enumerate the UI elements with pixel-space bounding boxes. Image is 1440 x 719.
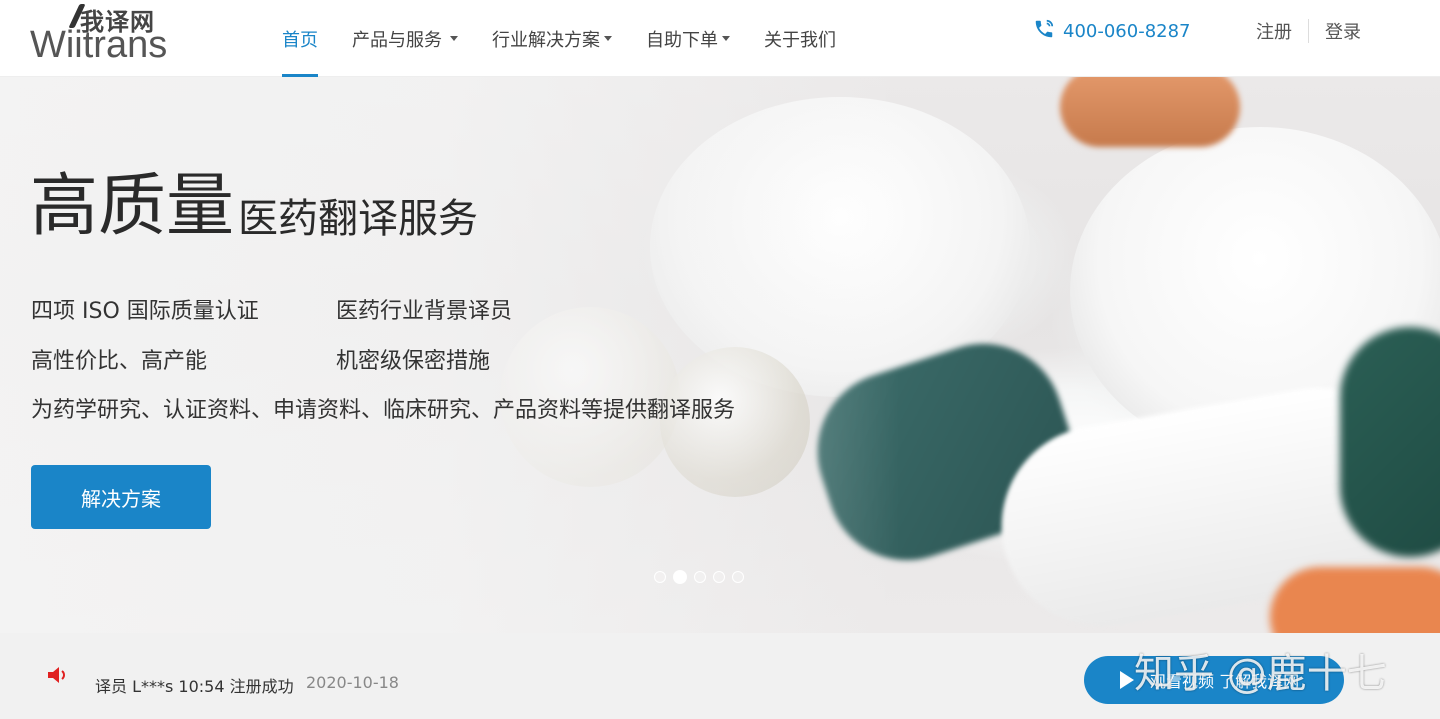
login-link[interactable]: 登录 <box>1325 18 1361 44</box>
nav-home-label: 首页 <box>282 29 318 51</box>
carousel-dot[interactable] <box>732 571 744 583</box>
phone-number: 400-060-8287 <box>1063 21 1191 42</box>
nav-solutions[interactable]: 行业解决方案 <box>492 0 612 77</box>
nav-self-order[interactable]: 自助下单 <box>646 0 730 77</box>
caret-down-icon <box>450 36 458 41</box>
logo-en: Wiitrans <box>30 24 168 66</box>
feature-item: 医药行业背景译员 <box>336 299 513 324</box>
watermark: 知乎 @鹿十七 <box>1134 651 1387 697</box>
hero-title-small: 医药翻译服务 <box>238 196 479 242</box>
phone-icon <box>1033 18 1055 45</box>
nav-products-label: 产品与服务 <box>352 29 442 51</box>
nav-about-label: 关于我们 <box>764 29 836 51</box>
carousel-indicators <box>654 570 751 584</box>
phone-link[interactable]: 400-060-8287 <box>1033 18 1191 45</box>
feature-item: 为药学研究、认证资料、申请资料、临床研究、产品资料等提供翻译服务 <box>31 398 736 423</box>
register-link[interactable]: 注册 <box>1256 18 1292 44</box>
nav-products[interactable]: 产品与服务 <box>352 0 458 77</box>
speaker-icon <box>46 665 70 685</box>
nav-about[interactable]: 关于我们 <box>764 0 836 77</box>
hero-banner: 高质量 医药翻译服务 四项 ISO 国际质量认证 医药行业背景译员 高性价比、高… <box>0 77 1440 633</box>
notice-bar: 译员 L***s 10:54 注册成功 2020-10-18 观看视频 了解我译… <box>0 633 1440 719</box>
feature-item: 四项 ISO 国际质量认证 <box>31 299 259 324</box>
feature-item: 机密级保密措施 <box>336 349 491 374</box>
hero-title-big: 高质量 <box>30 167 235 246</box>
caret-down-icon <box>604 36 612 41</box>
capsule-image <box>1340 327 1440 557</box>
nav-solutions-label: 行业解决方案 <box>492 29 600 51</box>
pill-image <box>1060 77 1240 147</box>
play-icon <box>1120 671 1134 689</box>
nav-self-order-label: 自助下单 <box>646 29 718 51</box>
feature-item: 高性价比、高产能 <box>31 349 208 374</box>
hero-title: 高质量 医药翻译服务 <box>30 167 478 247</box>
carousel-dot[interactable] <box>654 571 666 583</box>
carousel-dot-active[interactable] <box>673 570 687 584</box>
notice-text: 译员 L***s 10:54 注册成功 <box>95 677 294 696</box>
carousel-dot[interactable] <box>713 571 725 583</box>
pill-image <box>1270 567 1440 633</box>
caret-down-icon <box>722 36 730 41</box>
main-nav: 首页 产品与服务 行业解决方案 自助下单 关于我们 <box>282 0 870 77</box>
divider <box>1308 19 1309 43</box>
solutions-button[interactable]: 解决方案 <box>31 465 211 529</box>
auth-links: 注册 登录 <box>1256 18 1361 44</box>
carousel-dot[interactable] <box>694 571 706 583</box>
nav-home[interactable]: 首页 <box>282 0 318 77</box>
notice-date: 2020-10-18 <box>306 673 399 692</box>
logo[interactable]: 我译网 Wiitrans <box>30 2 200 66</box>
site-header: 我译网 Wiitrans 首页 产品与服务 行业解决方案 自助下单 关于我们 4… <box>0 0 1440 77</box>
